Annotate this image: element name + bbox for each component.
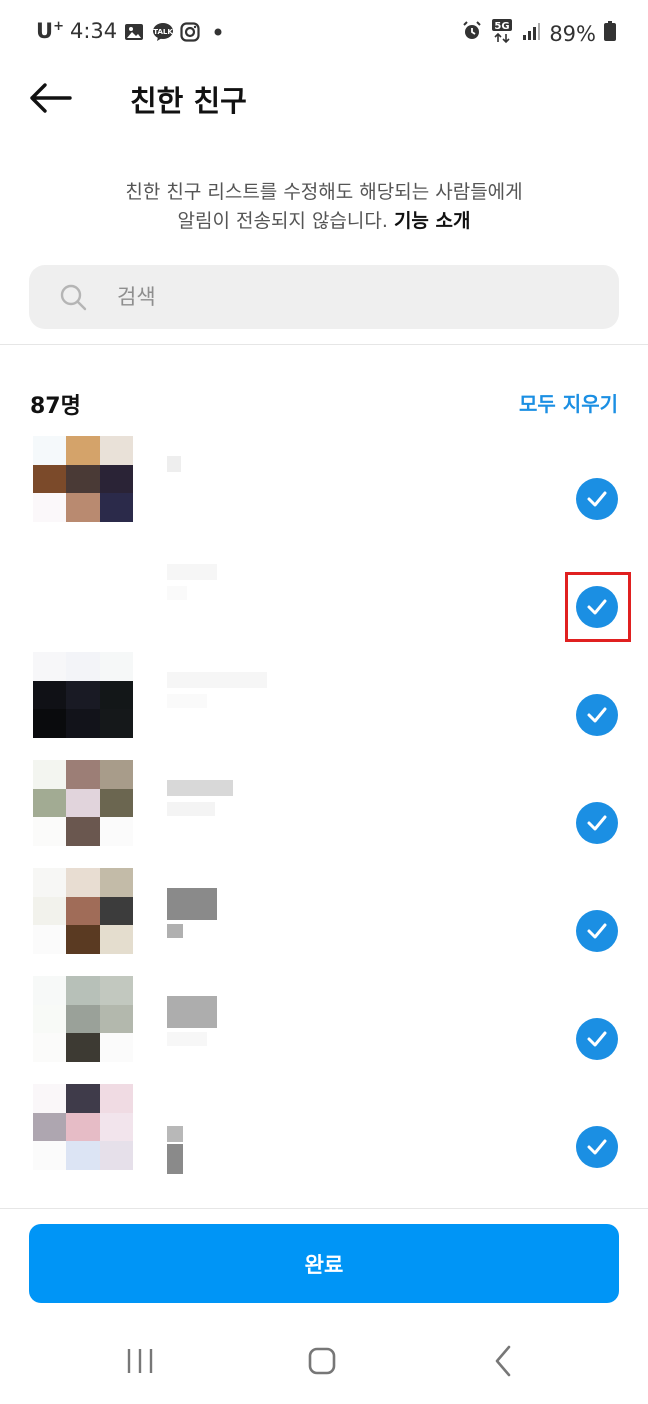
username-blurred [167, 780, 287, 830]
selected-check-icon[interactable] [576, 694, 618, 736]
instagram-icon [180, 22, 200, 42]
avatar [33, 544, 133, 630]
avatar [33, 1084, 133, 1170]
list-item[interactable] [0, 538, 648, 646]
search-icon [59, 283, 87, 311]
battery-icon [604, 21, 616, 46]
svg-text:5G: 5G [495, 21, 510, 32]
battery-percent: 89% [549, 21, 596, 46]
kakaotalk-icon: TALK [152, 22, 173, 42]
notification-icons: TALK [124, 22, 228, 42]
dot-icon [208, 22, 228, 42]
avatar [33, 976, 133, 1062]
friend-list [0, 430, 648, 1186]
avatar [33, 652, 133, 738]
highlight-box [565, 572, 631, 642]
info-line-1: 친한 친구 리스트를 수정해도 해당되는 사람들에게 [125, 181, 523, 203]
info-text: 친한 친구 리스트를 수정해도 해당되는 사람들에게 알림이 전송되지 않습니다… [0, 178, 648, 236]
back-arrow-icon [28, 82, 72, 118]
done-button[interactable]: 완료 [29, 1224, 619, 1303]
home-button[interactable] [292, 1342, 352, 1384]
selected-check-icon[interactable] [576, 802, 618, 844]
list-item[interactable] [0, 754, 648, 862]
carrier-label: U+ [36, 19, 64, 43]
username-blurred [167, 564, 287, 614]
recent-apps-icon [125, 1346, 155, 1380]
divider [0, 344, 648, 345]
system-indicators: 5G 89% [461, 18, 616, 49]
status-bar: U+ 4:34 TALK 5G 89% [0, 0, 648, 64]
navigation-bar [0, 1320, 648, 1404]
recent-apps-button[interactable] [110, 1342, 170, 1384]
back-button[interactable] [24, 76, 76, 124]
list-item[interactable] [0, 1078, 648, 1186]
clear-all-button[interactable]: 모두 지우기 [519, 388, 618, 417]
signal-icon [521, 21, 541, 46]
svg-text:TALK: TALK [153, 28, 173, 36]
alarm-icon [461, 20, 483, 47]
list-item[interactable] [0, 646, 648, 754]
list-item[interactable] [0, 970, 648, 1078]
search-input[interactable] [117, 279, 597, 315]
5g-icon: 5G [491, 18, 513, 49]
friend-count: 87명 [30, 394, 81, 419]
selected-check-icon[interactable] [576, 478, 618, 520]
divider [0, 1208, 648, 1209]
selected-check-icon[interactable] [576, 910, 618, 952]
back-nav-button[interactable] [474, 1342, 534, 1384]
back-chevron-icon [489, 1344, 519, 1382]
clock: 4:34 [70, 19, 118, 43]
list-item[interactable] [0, 862, 648, 970]
search-bar[interactable] [29, 265, 619, 329]
avatar [33, 760, 133, 846]
username-blurred [167, 996, 287, 1046]
username-blurred [167, 1104, 287, 1174]
page-title: 친한 친구 [130, 84, 247, 118]
list-item[interactable] [0, 430, 648, 538]
gallery-icon [124, 22, 144, 42]
feature-intro-link[interactable]: 기능 소개 [394, 210, 471, 232]
username-blurred [167, 456, 287, 506]
selected-check-icon[interactable] [576, 1126, 618, 1168]
selected-check-icon[interactable] [576, 1018, 618, 1060]
avatar [33, 436, 133, 522]
info-line-2: 알림이 전송되지 않습니다. 기능 소개 [177, 210, 471, 232]
username-blurred [167, 888, 287, 938]
username-blurred [167, 672, 287, 722]
avatar [33, 868, 133, 954]
home-icon [307, 1346, 337, 1380]
